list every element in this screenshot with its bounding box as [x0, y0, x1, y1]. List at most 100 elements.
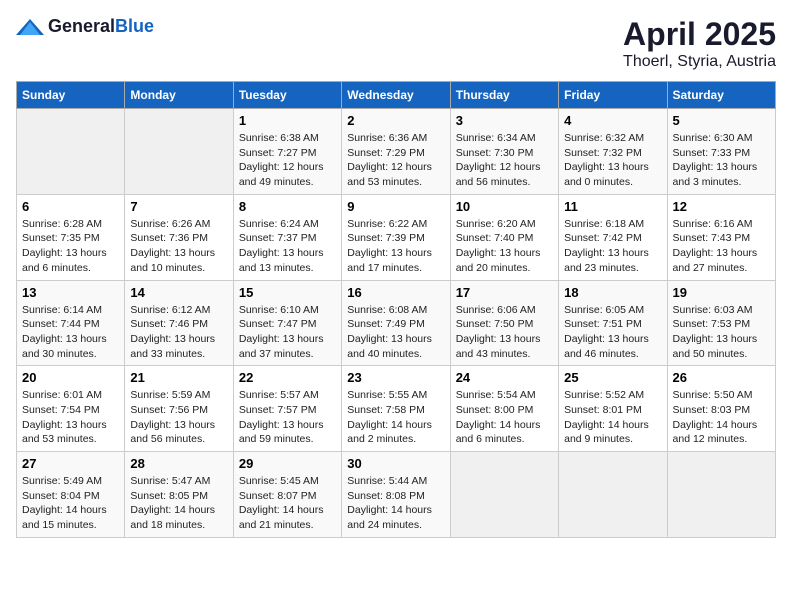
day-number: 12 [673, 199, 770, 214]
day-number: 2 [347, 113, 444, 128]
calendar-cell: 14 Sunrise: 6:12 AM Sunset: 7:46 PM Dayli… [125, 280, 233, 366]
day-info: Sunrise: 6:12 AM Sunset: 7:46 PM Dayligh… [130, 303, 227, 362]
day-number: 19 [673, 285, 770, 300]
calendar-cell: 1 Sunrise: 6:38 AM Sunset: 7:27 PM Daylig… [233, 109, 341, 195]
calendar-cell: 7 Sunrise: 6:26 AM Sunset: 7:36 PM Daylig… [125, 194, 233, 280]
day-number: 4 [564, 113, 661, 128]
calendar-cell: 29 Sunrise: 5:45 AM Sunset: 8:07 PM Dayli… [233, 452, 341, 538]
day-info: Sunrise: 5:57 AM Sunset: 7:57 PM Dayligh… [239, 388, 336, 447]
calendar-week-row: 27Sunrise: 5:49 AM Sunset: 8:04 PM Dayli… [17, 452, 776, 538]
day-number: 1 [239, 113, 336, 128]
weekday-header-friday: Friday [559, 82, 667, 109]
day-info: Sunrise: 6:01 AM Sunset: 7:54 PM Dayligh… [22, 388, 119, 447]
day-info: Sunrise: 6:20 AM Sunset: 7:40 PM Dayligh… [456, 217, 553, 276]
day-number: 24 [456, 370, 553, 385]
calendar-cell: 30 Sunrise: 5:44 AM Sunset: 8:08 PM Dayli… [342, 452, 450, 538]
day-info: Sunrise: 5:55 AM Sunset: 7:58 PM Dayligh… [347, 388, 444, 447]
location-title: Thoerl, Styria, Austria [623, 53, 776, 71]
calendar-cell: 8Sunrise: 6:24 AM Sunset: 7:37 PM Daylig… [233, 194, 341, 280]
calendar-cell: 24 Sunrise: 5:54 AM Sunset: 8:00 PM Dayli… [450, 366, 558, 452]
calendar-cell [667, 452, 775, 538]
calendar-cell: 22 Sunrise: 5:57 AM Sunset: 7:57 PM Dayli… [233, 366, 341, 452]
calendar-cell: 27Sunrise: 5:49 AM Sunset: 8:04 PM Dayli… [17, 452, 125, 538]
day-info: Sunrise: 5:52 AM Sunset: 8:01 PM Dayligh… [564, 388, 661, 447]
day-number: 11 [564, 199, 661, 214]
calendar-week-row: 6 Sunrise: 6:28 AM Sunset: 7:35 PM Daylig… [17, 194, 776, 280]
day-number: 21 [130, 370, 227, 385]
day-number: 6 [22, 199, 119, 214]
day-number: 15 [239, 285, 336, 300]
title-area: April 2025 Thoerl, Styria, Austria [623, 16, 776, 71]
logo-general-text: General [48, 16, 115, 36]
day-info: Sunrise: 5:44 AM Sunset: 8:08 PM Dayligh… [347, 474, 444, 533]
day-number: 30 [347, 456, 444, 471]
calendar-week-row: 1 Sunrise: 6:38 AM Sunset: 7:27 PM Daylig… [17, 109, 776, 195]
logo: GeneralBlue [16, 16, 154, 37]
page-header: GeneralBlue April 2025 Thoerl, Styria, A… [16, 16, 776, 71]
day-info: Sunrise: 6:16 AM Sunset: 7:43 PM Dayligh… [673, 217, 770, 276]
weekday-header-sunday: Sunday [17, 82, 125, 109]
calendar-cell: 11 Sunrise: 6:18 AM Sunset: 7:42 PM Dayli… [559, 194, 667, 280]
calendar-cell: 5 Sunrise: 6:30 AM Sunset: 7:33 PM Daylig… [667, 109, 775, 195]
logo-blue-text: Blue [115, 16, 154, 36]
calendar-body: 1 Sunrise: 6:38 AM Sunset: 7:27 PM Daylig… [17, 109, 776, 538]
day-info: Sunrise: 6:14 AM Sunset: 7:44 PM Dayligh… [22, 303, 119, 362]
calendar-cell: 19 Sunrise: 6:03 AM Sunset: 7:53 PM Dayli… [667, 280, 775, 366]
day-number: 14 [130, 285, 227, 300]
calendar-cell: 4 Sunrise: 6:32 AM Sunset: 7:32 PM Daylig… [559, 109, 667, 195]
calendar-cell: 12 Sunrise: 6:16 AM Sunset: 7:43 PM Dayli… [667, 194, 775, 280]
month-title: April 2025 [623, 16, 776, 53]
calendar-cell: 9Sunrise: 6:22 AM Sunset: 7:39 PM Daylig… [342, 194, 450, 280]
day-info: Sunrise: 6:18 AM Sunset: 7:42 PM Dayligh… [564, 217, 661, 276]
day-info: Sunrise: 6:28 AM Sunset: 7:35 PM Dayligh… [22, 217, 119, 276]
calendar-cell: 21 Sunrise: 5:59 AM Sunset: 7:56 PM Dayli… [125, 366, 233, 452]
day-info: Sunrise: 6:34 AM Sunset: 7:30 PM Dayligh… [456, 131, 553, 190]
calendar-cell: 16Sunrise: 6:08 AM Sunset: 7:49 PM Dayli… [342, 280, 450, 366]
day-info: Sunrise: 5:47 AM Sunset: 8:05 PM Dayligh… [130, 474, 227, 533]
day-info: Sunrise: 6:30 AM Sunset: 7:33 PM Dayligh… [673, 131, 770, 190]
day-info: Sunrise: 6:38 AM Sunset: 7:27 PM Dayligh… [239, 131, 336, 190]
day-number: 29 [239, 456, 336, 471]
day-info: Sunrise: 6:36 AM Sunset: 7:29 PM Dayligh… [347, 131, 444, 190]
calendar-cell: 28 Sunrise: 5:47 AM Sunset: 8:05 PM Dayli… [125, 452, 233, 538]
day-number: 20 [22, 370, 119, 385]
day-number: 23 [347, 370, 444, 385]
day-info: Sunrise: 6:10 AM Sunset: 7:47 PM Dayligh… [239, 303, 336, 362]
day-info: Sunrise: 5:49 AM Sunset: 8:04 PM Dayligh… [22, 474, 119, 533]
logo-icon [16, 17, 44, 37]
day-info: Sunrise: 5:54 AM Sunset: 8:00 PM Dayligh… [456, 388, 553, 447]
day-number: 3 [456, 113, 553, 128]
weekday-header-row: SundayMondayTuesdayWednesdayThursdayFrid… [17, 82, 776, 109]
day-info: Sunrise: 5:45 AM Sunset: 8:07 PM Dayligh… [239, 474, 336, 533]
calendar-cell: 25 Sunrise: 5:52 AM Sunset: 8:01 PM Dayli… [559, 366, 667, 452]
calendar-week-row: 20 Sunrise: 6:01 AM Sunset: 7:54 PM Dayli… [17, 366, 776, 452]
day-number: 22 [239, 370, 336, 385]
calendar-cell [17, 109, 125, 195]
day-number: 13 [22, 285, 119, 300]
calendar-cell: 10Sunrise: 6:20 AM Sunset: 7:40 PM Dayli… [450, 194, 558, 280]
calendar-cell: 6 Sunrise: 6:28 AM Sunset: 7:35 PM Daylig… [17, 194, 125, 280]
calendar-cell: 15 Sunrise: 6:10 AM Sunset: 7:47 PM Dayli… [233, 280, 341, 366]
day-info: Sunrise: 6:26 AM Sunset: 7:36 PM Dayligh… [130, 217, 227, 276]
calendar-cell: 18Sunrise: 6:05 AM Sunset: 7:51 PM Dayli… [559, 280, 667, 366]
calendar-cell [125, 109, 233, 195]
day-info: Sunrise: 6:08 AM Sunset: 7:49 PM Dayligh… [347, 303, 444, 362]
calendar-cell [559, 452, 667, 538]
day-info: Sunrise: 6:24 AM Sunset: 7:37 PM Dayligh… [239, 217, 336, 276]
day-number: 7 [130, 199, 227, 214]
calendar-cell: 17Sunrise: 6:06 AM Sunset: 7:50 PM Dayli… [450, 280, 558, 366]
day-info: Sunrise: 6:03 AM Sunset: 7:53 PM Dayligh… [673, 303, 770, 362]
day-number: 18 [564, 285, 661, 300]
day-number: 28 [130, 456, 227, 471]
weekday-header-saturday: Saturday [667, 82, 775, 109]
calendar-cell: 13 Sunrise: 6:14 AM Sunset: 7:44 PM Dayli… [17, 280, 125, 366]
day-number: 5 [673, 113, 770, 128]
calendar-week-row: 13 Sunrise: 6:14 AM Sunset: 7:44 PM Dayli… [17, 280, 776, 366]
day-info: Sunrise: 5:59 AM Sunset: 7:56 PM Dayligh… [130, 388, 227, 447]
day-number: 26 [673, 370, 770, 385]
day-info: Sunrise: 6:32 AM Sunset: 7:32 PM Dayligh… [564, 131, 661, 190]
calendar-cell [450, 452, 558, 538]
day-number: 25 [564, 370, 661, 385]
weekday-header-monday: Monday [125, 82, 233, 109]
calendar-cell: 3 Sunrise: 6:34 AM Sunset: 7:30 PM Daylig… [450, 109, 558, 195]
